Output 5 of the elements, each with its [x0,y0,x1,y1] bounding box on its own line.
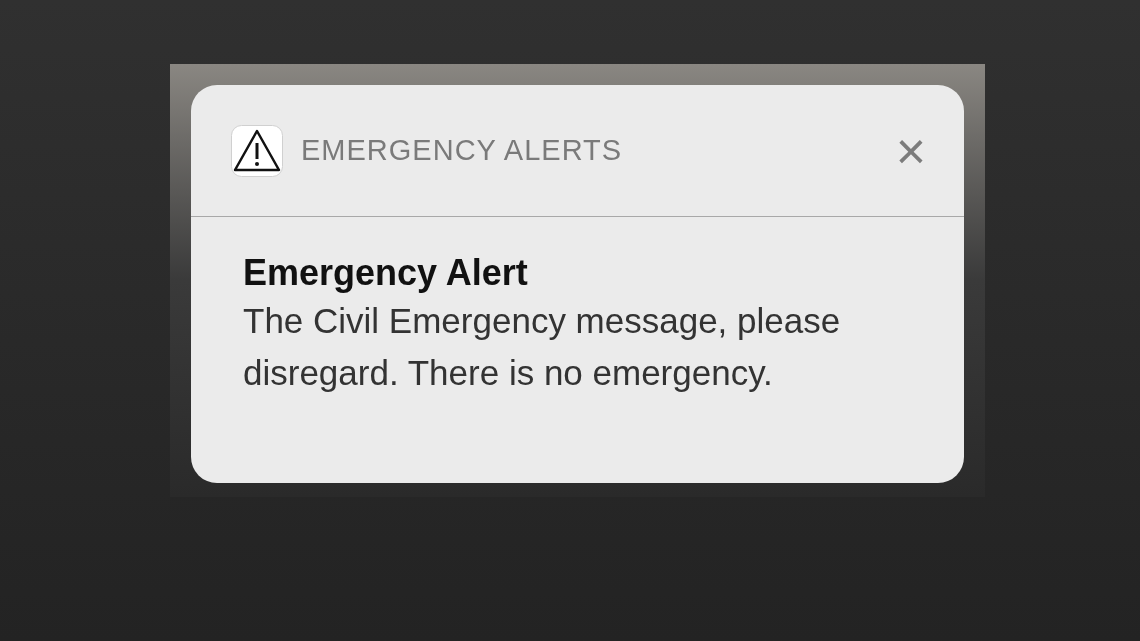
close-button[interactable]: × [895,124,926,177]
warning-icon [231,124,283,177]
app-name: EMERGENCY ALERTS [301,132,623,168]
notification-title: Emergency Alert [243,251,529,295]
notification-message: The Civil Emergency message, please disregard. There is no emergency. [243,300,842,394]
